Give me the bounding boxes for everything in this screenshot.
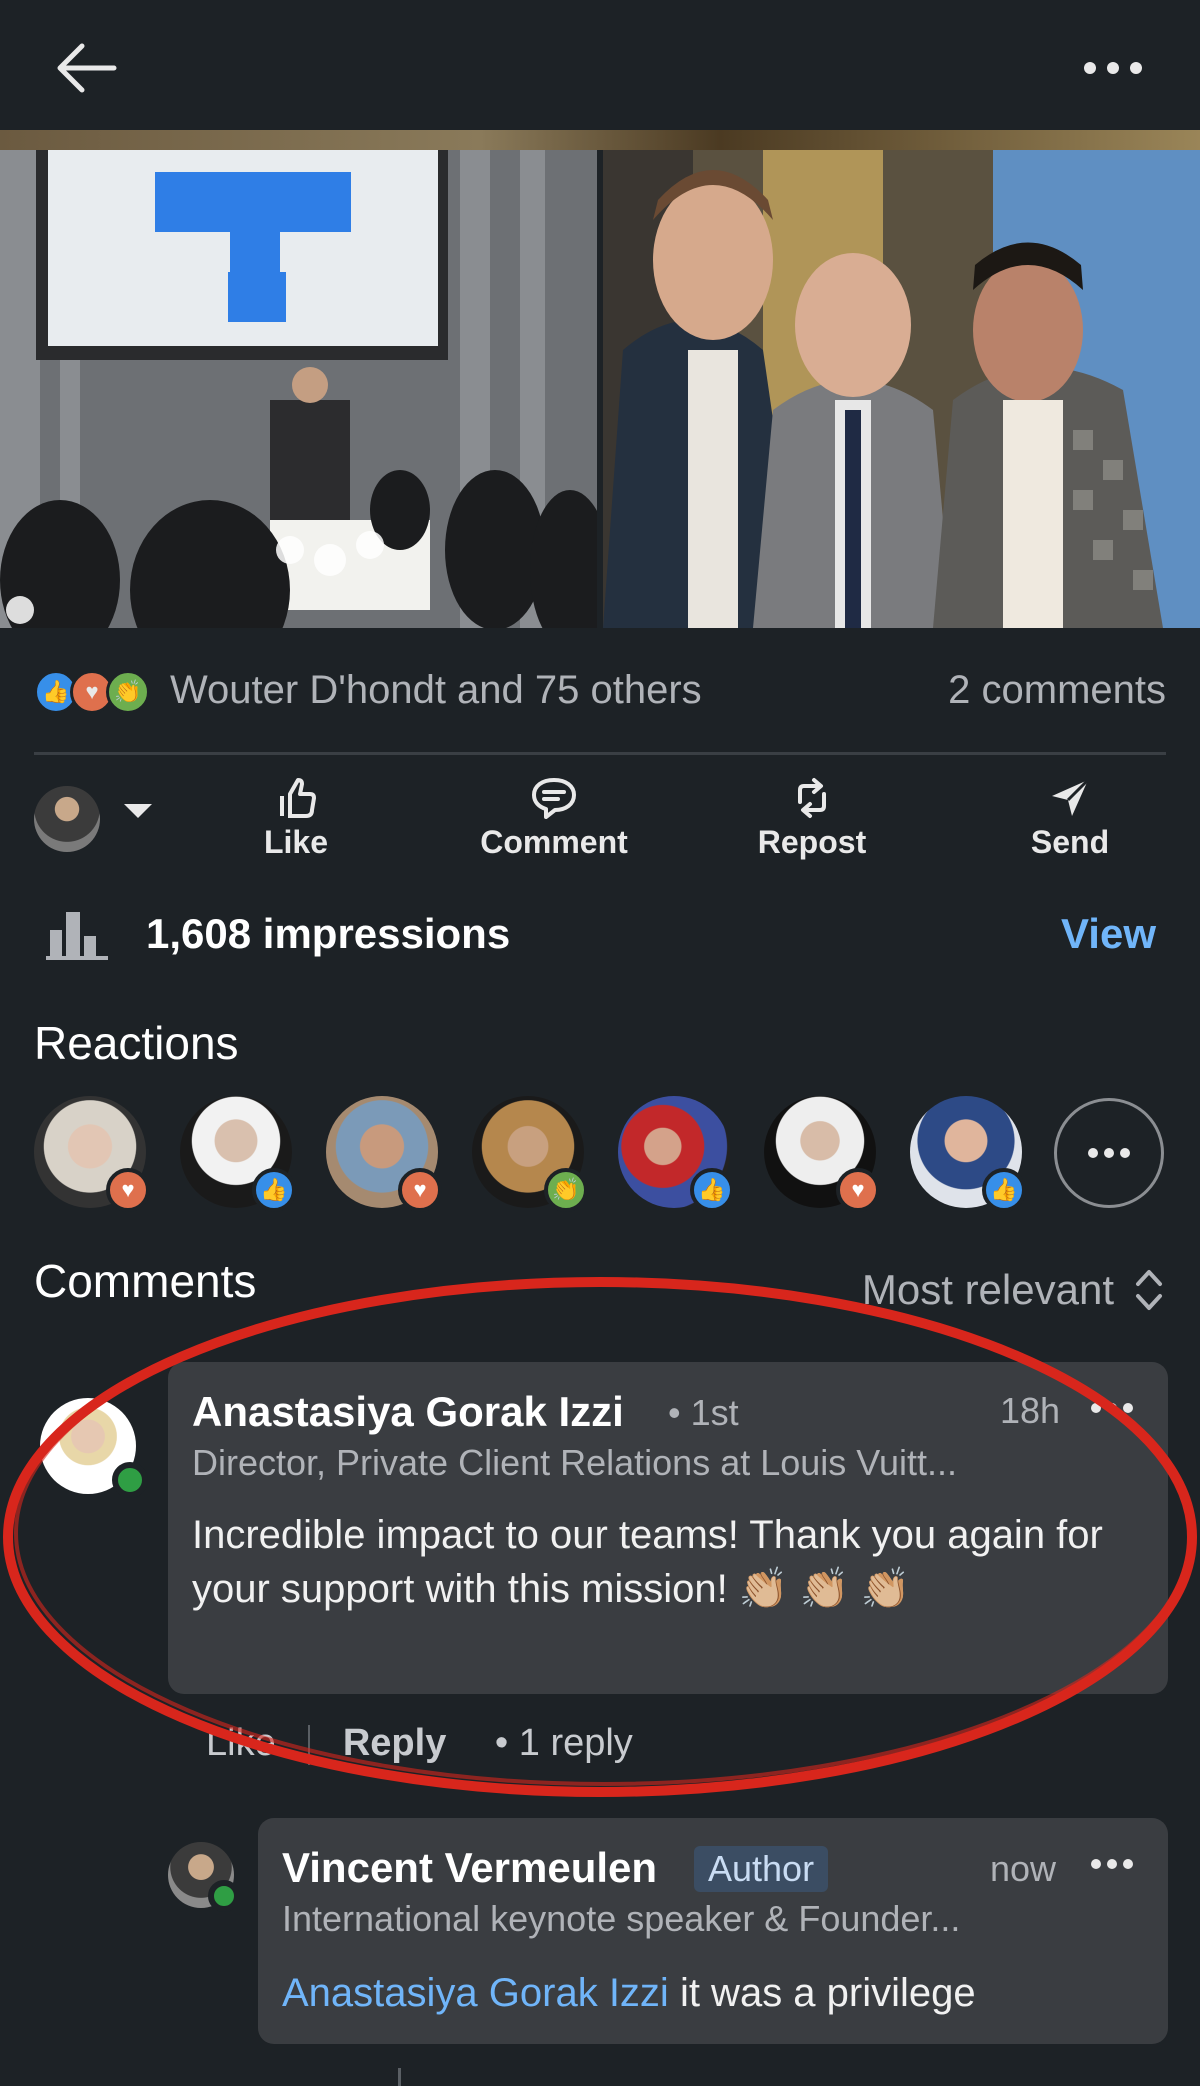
comment-icon	[532, 778, 576, 819]
connection-degree: • 1st	[668, 1392, 739, 1433]
sort-label: Most relevant	[861, 1266, 1114, 1313]
love-badge-icon: ♥	[836, 1168, 880, 1212]
post-photos[interactable]	[0, 130, 1200, 628]
impressions-count: 1,608 impressions	[146, 910, 511, 957]
comment-reply-button[interactable]: Reply	[343, 1722, 446, 1764]
online-status-icon	[112, 1462, 148, 1498]
reactor-avatar[interactable]: 👍	[910, 1096, 1026, 1212]
like-label: Like	[263, 824, 329, 860]
celebrate-reaction-icon: 👏	[106, 670, 150, 714]
reply-text-body: it was a privilege	[668, 1971, 976, 2015]
love-badge-icon: ♥	[106, 1168, 150, 1212]
reactor-avatar[interactable]: ♥	[34, 1096, 150, 1212]
comments-count[interactable]: 2 comments	[948, 668, 1166, 713]
reply-bubble: Vincent Vermeulen Author now Internation…	[258, 1818, 1168, 2044]
impressions-row: 1,608 impressions View	[0, 900, 1200, 970]
send-button[interactable]: Send	[980, 770, 1160, 880]
comment-bubble: Anastasiya Gorak Izzi • 1st 18h Director…	[168, 1362, 1168, 1694]
reply-author-name[interactable]: Vincent Vermeulen	[282, 1844, 657, 1892]
comment-actions: Like Reply • 1 reply	[206, 1722, 633, 1765]
sort-chevrons-icon	[1136, 1270, 1162, 1310]
top-bar	[0, 0, 1200, 130]
like-badge-icon: 👍	[690, 1168, 734, 1212]
celebrate-badge-icon: 👏	[544, 1168, 588, 1212]
reactor-avatar[interactable]: 👏	[472, 1096, 588, 1212]
reactor-avatar[interactable]: ♥	[764, 1096, 880, 1212]
thumbs-up-icon	[280, 778, 316, 818]
reactor-list: ♥ 👍 ♥ 👏 👍 ♥ 👍	[34, 1096, 1174, 1216]
commenter-headline: Director, Private Client Relations at Lo…	[192, 1442, 957, 1483]
reactions-summary-text[interactable]: Wouter D'hondt and 75 others	[170, 668, 702, 713]
actor-avatar[interactable]	[34, 786, 100, 852]
reaction-icons: 👍 ♥ 👏	[34, 670, 156, 716]
reactions-summary[interactable]: 👍 ♥ 👏 Wouter D'hondt and 75 others 2 com…	[34, 660, 1166, 724]
post-image-presentation[interactable]	[0, 150, 597, 628]
post-action-bar: Like Comment Repost Send	[0, 770, 1200, 880]
comment-button[interactable]: Comment	[464, 770, 644, 880]
reactor-avatar[interactable]: 👍	[180, 1096, 296, 1212]
comment-text: Incredible impact to our teams! Thank yo…	[192, 1513, 1103, 1611]
chevron-down-icon[interactable]	[124, 804, 152, 818]
reply-count-link[interactable]: • 1 reply	[495, 1722, 633, 1764]
send-icon	[1052, 778, 1090, 816]
mention-link[interactable]: Anastasiya Gorak Izzi	[282, 1971, 669, 2015]
repost-icon	[798, 778, 826, 818]
more-horizontal-icon[interactable]	[1090, 1398, 1134, 1418]
comment-like-button[interactable]: Like	[206, 1722, 276, 1764]
back-button[interactable]	[52, 38, 122, 98]
more-horizontal-icon[interactable]	[1090, 1854, 1134, 1874]
sort-comments-button[interactable]: Most relevant	[862, 1260, 1164, 1320]
online-status-icon	[208, 1880, 240, 1912]
view-analytics-link[interactable]: View	[1061, 910, 1156, 958]
more-horizontal-icon	[1084, 62, 1142, 74]
repost-label: Repost	[757, 824, 867, 860]
reply-author-headline: International keynote speaker & Founder.…	[282, 1898, 961, 1939]
reply-time: now	[990, 1848, 1057, 1889]
divider	[34, 752, 1166, 755]
comments-title: Comments	[34, 1255, 257, 1307]
like-button[interactable]: Like	[206, 770, 386, 880]
commenter-name[interactable]: Anastasiya Gorak Izzi	[192, 1388, 624, 1436]
like-badge-icon: 👍	[252, 1168, 296, 1212]
comments-header: Comments Most relevant	[0, 1254, 1200, 1320]
reactor-avatar[interactable]: 👍	[618, 1096, 734, 1212]
reactor-avatar[interactable]: ♥	[326, 1096, 442, 1212]
reactions-title: Reactions	[34, 1017, 239, 1069]
more-horizontal-icon	[1088, 1148, 1130, 1158]
photo-strip	[0, 130, 1200, 150]
post-image-group-photo[interactable]	[603, 150, 1200, 628]
like-badge-icon: 👍	[982, 1168, 1026, 1212]
send-label: Send	[1030, 824, 1110, 860]
more-options-button[interactable]	[1078, 48, 1148, 88]
comment-label: Comment	[480, 824, 628, 860]
love-badge-icon: ♥	[398, 1168, 442, 1212]
more-reactors-button[interactable]	[1054, 1098, 1164, 1208]
action-separator	[308, 1724, 311, 1765]
thread-line	[398, 2068, 401, 2086]
comment-time: 18h	[1000, 1390, 1061, 1431]
reply-text: Anastasiya Gorak Izzi it was a privilege	[282, 1966, 1142, 2020]
author-badge: Author	[694, 1846, 829, 1892]
arrow-left-icon	[57, 43, 117, 93]
repost-button[interactable]: Repost	[722, 770, 902, 880]
analytics-bar-icon	[46, 912, 108, 960]
